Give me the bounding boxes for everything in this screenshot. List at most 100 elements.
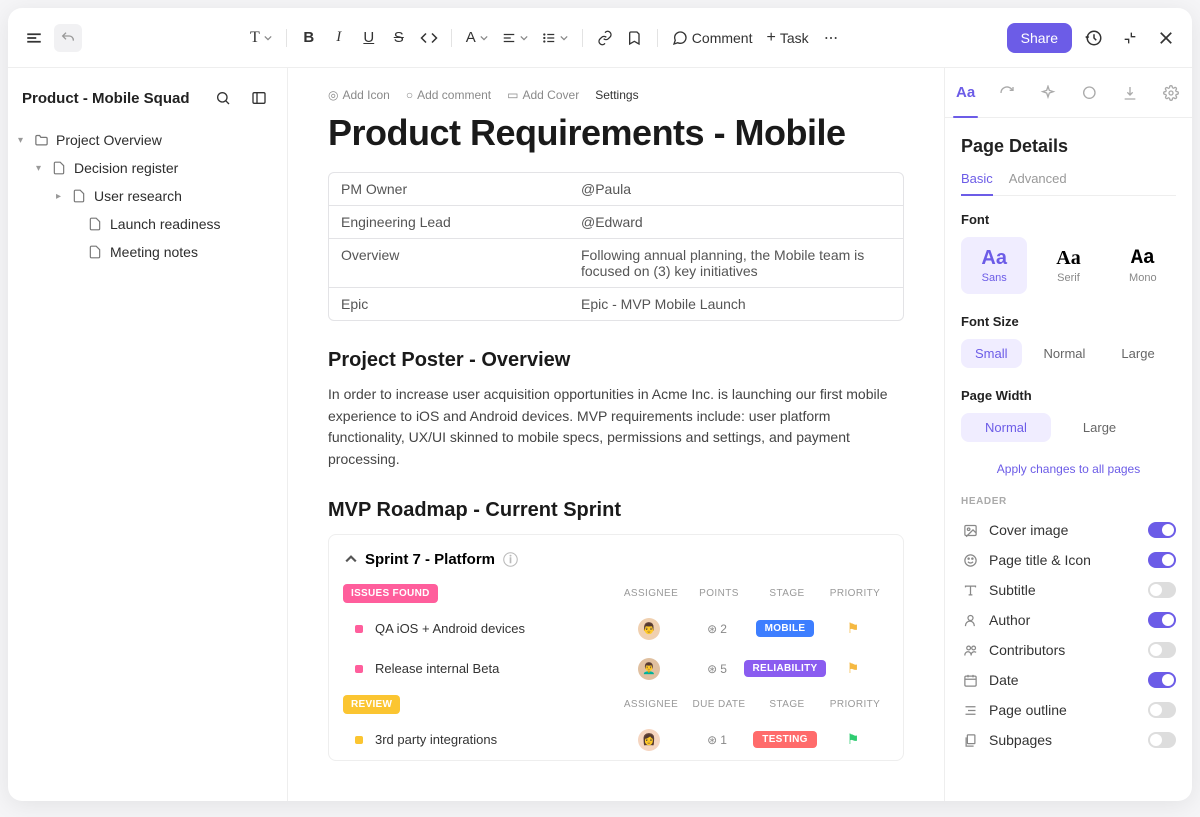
flag-icon[interactable]: ⚑ [847,660,860,677]
outline-icon [961,703,979,718]
col-assignee: ASSIGNEE [617,699,685,710]
meta-row[interactable]: PM Owner@Paula [329,173,903,206]
pages-icon [961,733,979,748]
subtab-basic[interactable]: Basic [961,171,993,196]
tree-item-launch-readiness[interactable]: Launch readiness [8,210,287,238]
font-size-normal[interactable]: Normal [1030,339,1100,368]
avatar[interactable]: 👨 [638,618,660,640]
toggle-page-outline: Page outline [961,695,1176,725]
task-row[interactable]: QA iOS + Android devices 👨 ⊛ 2 MOBILE ⚑ [329,609,903,649]
bookmark-icon[interactable] [621,24,649,52]
toggle-switch[interactable] [1148,702,1176,718]
page-icon [88,245,104,259]
italic-icon[interactable]: I [325,24,353,52]
font-option-mono[interactable]: AaMono [1110,237,1176,294]
tree-item-user-research[interactable]: ▸ User research [8,182,287,210]
chevron-right-icon: ▸ [56,191,66,202]
stage-badge[interactable]: TESTING [753,731,816,748]
toggle-switch[interactable] [1148,552,1176,568]
page-width-label: Page Width [961,388,1176,403]
col-stage: STAGE [753,588,821,599]
panel-tab-typography[interactable]: Aa [945,68,986,117]
col-assignee: ASSIGNEE [617,588,685,599]
toggle-switch[interactable] [1148,642,1176,658]
task-button[interactable]: + Task [760,24,814,52]
task-name: QA iOS + Android devices [375,621,615,636]
points-badge[interactable]: ⊛ 2 [707,622,727,636]
font-size-small[interactable]: Small [961,339,1022,368]
info-icon[interactable]: ⓘ [503,549,518,570]
toggle-switch[interactable] [1148,582,1176,598]
col-stage: STAGE [753,699,821,710]
toggle-switch[interactable] [1148,732,1176,748]
text-style-dropdown[interactable]: T [244,24,278,52]
panel-tab-settings[interactable] [1151,68,1192,117]
apply-all-link[interactable]: Apply changes to all pages [961,462,1176,476]
strikethrough-icon[interactable]: S [385,24,413,52]
toggle-contributors: Contributors [961,635,1176,665]
page-width-normal[interactable]: Normal [961,413,1051,442]
poster-body[interactable]: In order to increase user acquisition op… [328,384,904,471]
toggle-subtitle: Subtitle [961,575,1176,605]
chevron-up-icon [345,553,357,565]
panel-tab-ai[interactable] [1027,68,1068,117]
subtab-advanced[interactable]: Advanced [1009,171,1067,195]
tree-item-meeting-notes[interactable]: Meeting notes [8,238,287,266]
meta-row[interactable]: Engineering Lead@Edward [329,206,903,239]
align-dropdown[interactable] [496,24,534,52]
link-icon[interactable] [591,24,619,52]
sprint-header[interactable]: Sprint 7 - Platform ⓘ [329,535,903,578]
avatar[interactable]: 👨‍🦱 [638,658,660,680]
page-icon [88,217,104,231]
flag-icon[interactable]: ⚑ [847,620,860,637]
text-color-dropdown[interactable]: A [460,24,494,52]
font-option-serif[interactable]: AaSerif [1035,237,1101,294]
tree-item-decision-register[interactable]: ▾ Decision register [8,154,287,182]
group-label-issues[interactable]: ISSUES FOUND [343,584,438,603]
panel-tab-refresh[interactable] [986,68,1027,117]
panel-tab-export[interactable] [1110,68,1151,117]
toggle-switch[interactable] [1148,522,1176,538]
search-icon[interactable] [209,84,237,112]
stage-badge[interactable]: RELIABILITY [744,660,827,677]
stage-badge[interactable]: MOBILE [756,620,815,637]
add-comment-button[interactable]: ○Add comment [406,88,491,102]
collapse-icon[interactable] [1116,24,1144,52]
task-bullet [355,665,363,673]
comment-button[interactable]: Comment [666,24,759,52]
add-icon-button[interactable]: ◎Add Icon [328,88,390,102]
meta-row[interactable]: OverviewFollowing annual planning, the M… [329,239,903,288]
meta-row[interactable]: EpicEpic - MVP Mobile Launch [329,288,903,320]
font-label: Font [961,212,1176,227]
task-row[interactable]: Release internal Beta 👨‍🦱 ⊛ 5 RELIABILIT… [329,649,903,689]
add-cover-button[interactable]: ▭Add Cover [507,88,579,102]
toggle-subpages: Subpages [961,725,1176,755]
code-icon[interactable] [415,24,443,52]
close-icon[interactable] [1152,24,1180,52]
toggle-switch[interactable] [1148,612,1176,628]
points-badge[interactable]: ⊛ 1 [707,733,727,747]
bold-icon[interactable]: B [295,24,323,52]
page-width-large[interactable]: Large [1059,413,1140,442]
chevron-down-icon: ▾ [36,163,46,174]
history-icon[interactable] [1080,24,1108,52]
sidebar-toggle-icon[interactable] [245,84,273,112]
share-button[interactable]: Share [1007,23,1072,53]
more-icon[interactable] [817,24,845,52]
panel-tab-comments[interactable] [1069,68,1110,117]
tree-item-project-overview[interactable]: ▾ Project Overview [8,126,287,154]
avatar[interactable]: 👩 [638,729,660,751]
list-dropdown[interactable] [536,24,574,52]
points-badge[interactable]: ⊛ 5 [707,662,727,676]
settings-button[interactable]: Settings [595,88,638,102]
task-row[interactable]: 3rd party integrations 👩 ⊛ 1 TESTING ⚑ [329,720,903,760]
font-size-large[interactable]: Large [1107,339,1168,368]
toggle-switch[interactable] [1148,672,1176,688]
undo-icon[interactable] [54,24,82,52]
menu-icon[interactable] [20,24,48,52]
underline-icon[interactable]: U [355,24,383,52]
page-title[interactable]: Product Requirements - Mobile [328,112,904,154]
group-label-review[interactable]: REVIEW [343,695,400,714]
flag-icon[interactable]: ⚑ [847,731,860,748]
font-option-sans[interactable]: AaSans [961,237,1027,294]
